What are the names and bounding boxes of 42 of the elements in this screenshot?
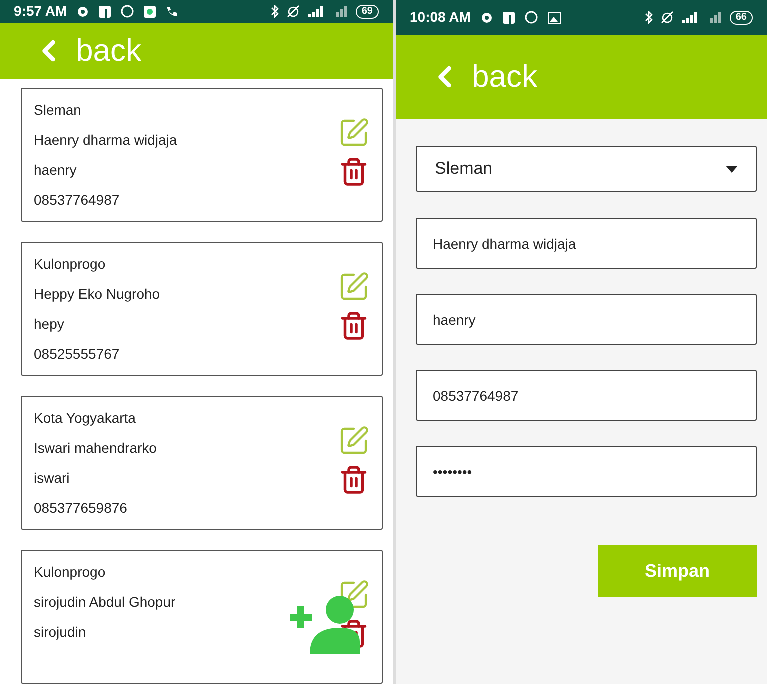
region-dropdown[interactable]: Sleman: [416, 146, 757, 192]
contact-name: Iswari mahendrarko: [34, 440, 157, 456]
status-time: 10:08 AM: [410, 8, 471, 27]
contact-phone-number: 08537764987: [34, 192, 120, 208]
contact-card[interactable]: Kulonprogo Heppy Eko Nugroho hepy 08525555767: [21, 242, 383, 376]
input-field[interactable]: haenry: [416, 294, 757, 345]
image-notification-icon: [548, 12, 561, 24]
contact-username: iswari: [34, 470, 70, 486]
contact-region: Kota Yogyakarta: [34, 410, 136, 426]
contact-name: Haenry dharma widjaja: [34, 132, 178, 148]
add-person-button[interactable]: [288, 594, 360, 654]
contact-region: Kulonprogo: [34, 564, 106, 580]
phone-icon: [166, 6, 178, 18]
contact-card[interactable]: Kulonprogo sirojudin Abdul Ghopur sirojudin: [21, 550, 383, 684]
contact-username: hepy: [34, 316, 64, 332]
bluetooth-icon: [644, 11, 653, 24]
bluetooth-icon: [270, 5, 279, 18]
input-field[interactable]: ••••••••: [416, 446, 757, 497]
battery-indicator: 66: [730, 10, 753, 24]
contact-region: Sleman: [34, 102, 82, 118]
status-time: 9:57 AM: [14, 2, 68, 22]
contact-phone-number: 08525555767: [34, 346, 120, 362]
app-notification-icon: [502, 12, 515, 24]
app-notification-icon: [99, 6, 112, 18]
input-field[interactable]: Haenry dharma widjaja: [416, 218, 757, 269]
app-notification-icon: [144, 6, 156, 18]
signal-icon: [682, 12, 698, 23]
dropdown-caret-icon: [726, 166, 738, 172]
contact-card[interactable]: Sleman Haenry dharma widjaja haenry 08537764987: [21, 88, 383, 222]
signal-icon: [308, 6, 324, 18]
contact-name: Heppy Eko Nugroho: [34, 286, 160, 302]
contact-name: sirojudin Abdul Ghopur: [34, 594, 176, 610]
input-field[interactable]: 08537764987: [416, 370, 757, 421]
contact-phone-number: 085377659876: [34, 500, 128, 516]
trash-icon[interactable]: [339, 311, 369, 341]
trash-icon[interactable]: [339, 157, 369, 187]
contact-region: Kulonprogo: [34, 256, 106, 272]
contact-username: haenry: [34, 162, 77, 178]
contact-card[interactable]: Kota Yogyakarta Iswari mahendrarko iswari 085377659876: [21, 396, 383, 530]
trash-icon[interactable]: [339, 465, 369, 495]
contact-username: sirojudin: [34, 624, 86, 640]
battery-indicator: 69: [356, 4, 379, 19]
